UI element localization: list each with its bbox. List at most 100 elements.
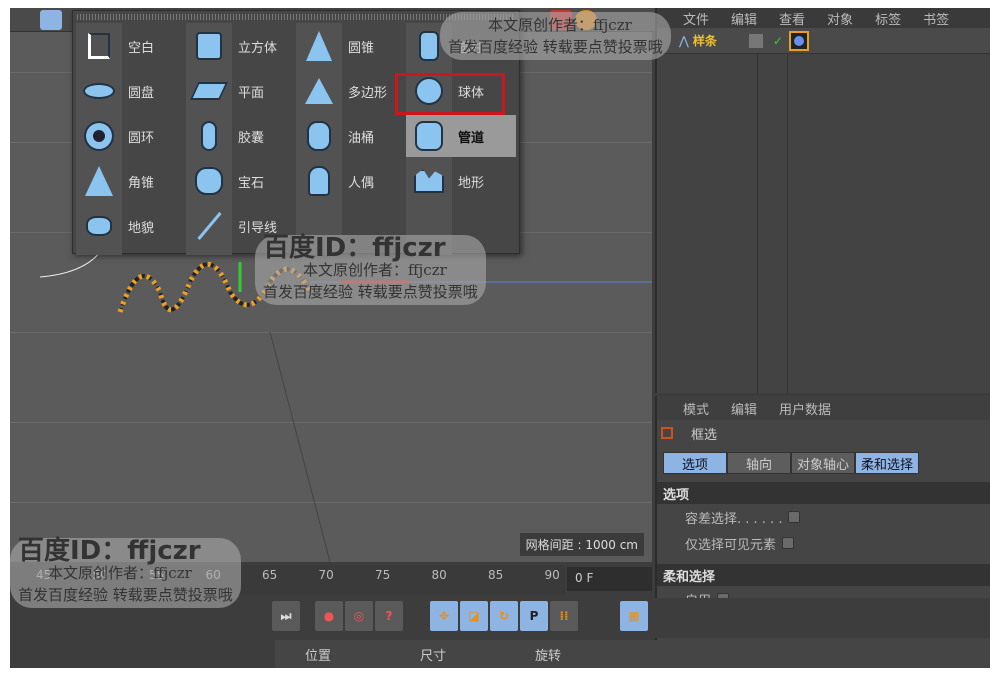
menu-item-guide[interactable]: 引导线: [186, 205, 296, 247]
menu-item-capsule[interactable]: 胶囊: [186, 115, 296, 157]
attr-menu-1[interactable]: 编辑: [731, 399, 757, 418]
menu-2[interactable]: 查看: [779, 9, 805, 28]
timeline-tick: 45: [36, 568, 52, 582]
menu-item-polygon[interactable]: 多边形: [296, 70, 406, 112]
primitive-objects-menu: 空白 立方体 圆锥 圆柱 圆盘 平面 多边形 球体 圆环 胶囊 油桶 管道 角锥 宝石 人偶 地形 地貌 引导线: [72, 10, 520, 255]
menu-item-pyramid[interactable]: 角锥: [76, 160, 186, 202]
autokey-button[interactable]: ◎: [345, 601, 373, 631]
tube-icon: [410, 119, 448, 153]
record-keys-button[interactable]: ●: [315, 601, 343, 631]
position-header: 位置: [305, 648, 332, 664]
menu-item-label: 多边形: [348, 85, 388, 101]
menu-item-platonic[interactable]: 宝石: [186, 160, 296, 202]
menu-item-tube[interactable]: 管道: [406, 115, 516, 157]
menu-5[interactable]: 书签: [923, 9, 949, 28]
menu-item-figure[interactable]: 人偶: [296, 160, 406, 202]
timeline-window-button[interactable]: ▦: [620, 601, 648, 631]
menu-item-label: 地貌: [128, 220, 155, 236]
menu-0[interactable]: 文件: [683, 9, 709, 28]
null-object-icon: [80, 29, 118, 63]
current-frame-field[interactable]: 0 F: [567, 567, 652, 591]
timeline-tick: 85: [488, 568, 504, 582]
menu-item-label: 圆盘: [128, 85, 155, 101]
param-key-button[interactable]: P: [520, 601, 548, 631]
torus-icon: [80, 119, 118, 153]
cone-icon: [300, 29, 338, 63]
object-manager: 文件 编辑 查看 对象 标签 书签 ⋀ 样条 ✓: [655, 8, 990, 394]
rotate-key-button[interactable]: ↻: [490, 601, 518, 631]
layer-icon[interactable]: [748, 33, 763, 48]
landscape-icon: [410, 164, 448, 198]
size-header: 尺寸: [420, 648, 447, 664]
menu-item-null-object[interactable]: 空白: [76, 25, 186, 67]
menu-item-landscape[interactable]: 地形: [406, 160, 516, 202]
menu-item-cube[interactable]: 立方体: [186, 25, 296, 67]
option-checkbox[interactable]: [782, 537, 795, 549]
toolbar-button[interactable]: [550, 10, 572, 30]
menu-item-label: 立方体: [238, 40, 278, 56]
menu-item-label: 平面: [238, 85, 265, 101]
go-to-end-button[interactable]: ⏭: [272, 601, 300, 631]
option-label: 容差选择. . . . . .: [685, 511, 783, 527]
attr-menu-2[interactable]: 用户数据: [779, 399, 831, 418]
menu-item-label: 空白: [128, 40, 155, 56]
figure-icon: [300, 164, 338, 198]
grid-spacing-label: 网格间距 : 1000 cm: [519, 533, 644, 556]
tool-name: 框选: [691, 427, 718, 443]
cube-tool-button[interactable]: [40, 10, 62, 30]
keyframe-selection-button[interactable]: ?: [375, 601, 403, 631]
scale-key-button[interactable]: ◪: [460, 601, 488, 631]
menu-item-label: 宝石: [238, 175, 265, 191]
rotation-header: 旋转: [535, 648, 562, 664]
option-row: 仅选择可见元素: [657, 530, 990, 556]
menu-item-plane[interactable]: 平面: [186, 70, 296, 112]
menu-item-label: 地形: [458, 175, 485, 191]
object-name: 样条: [692, 34, 717, 48]
highlight-box: [395, 73, 505, 115]
menu-item-torus[interactable]: 圆环: [76, 115, 186, 157]
menu-item-oil-tank[interactable]: 油桶: [296, 115, 406, 157]
menu-4[interactable]: 标签: [875, 9, 901, 28]
menu-item-label: 圆柱: [458, 40, 485, 56]
point-level-button[interactable]: ⁞⁞: [550, 601, 578, 631]
capsule-icon: [190, 119, 228, 153]
move-key-button[interactable]: ✥: [430, 601, 458, 631]
attr-menu-0[interactable]: 模式: [683, 399, 709, 418]
menu-item-label: 圆环: [128, 130, 155, 146]
timeline-tick: 60: [205, 568, 221, 582]
enabled-check-icon[interactable]: ✓: [773, 34, 783, 48]
coordinates-manager: 位置 尺寸 旋转: [275, 640, 990, 668]
tab-1[interactable]: 轴向: [727, 452, 791, 474]
tag-icon[interactable]: [788, 30, 809, 51]
section-soft-selection: 柔和选择: [657, 564, 990, 586]
menu-1[interactable]: 编辑: [731, 9, 757, 28]
timeline-ruler[interactable]: 45 50 55 60 65 70 75 80 85 90: [10, 565, 565, 595]
plane-icon: [189, 74, 229, 108]
timeline-tick: 70: [318, 568, 334, 582]
toolbar-button[interactable]: [575, 10, 597, 30]
menu-3[interactable]: 对象: [827, 9, 853, 28]
menu-grip[interactable]: [77, 14, 515, 20]
platonic-icon: [190, 164, 228, 198]
oil-tank-icon: [300, 119, 338, 153]
cinema4d-window: 网格间距 : 1000 cm 空白 立方体 圆锥 圆柱 圆盘 平面 多边形 球体 圆环 胶囊 油桶管…: [10, 8, 990, 668]
cube-icon: [190, 29, 228, 63]
timeline-tick: 55: [149, 568, 165, 582]
option-checkbox[interactable]: [788, 511, 801, 523]
menu-item-label: 人偶: [348, 175, 375, 191]
tab-0[interactable]: 选项: [663, 452, 727, 474]
tab-2[interactable]: 对象轴心: [791, 452, 855, 474]
guide-icon: [190, 209, 228, 243]
menu-item-relief[interactable]: 地貌: [76, 205, 186, 247]
menu-item-cylinder[interactable]: 圆柱: [406, 25, 516, 67]
tab-3[interactable]: 柔和选择: [855, 452, 919, 474]
menu-item-cone[interactable]: 圆锥: [296, 25, 406, 67]
timeline-tick: 75: [375, 568, 391, 582]
disc-icon: [80, 74, 118, 108]
menu-item-disc[interactable]: 圆盘: [76, 70, 186, 112]
polygon-icon: [300, 74, 338, 108]
menu-item-label: 胶囊: [238, 130, 265, 146]
timeline-tick: 90: [544, 568, 560, 582]
menu-item-label: 引导线: [238, 220, 278, 236]
object-row-spline[interactable]: ⋀ 样条 ✓: [657, 28, 990, 54]
